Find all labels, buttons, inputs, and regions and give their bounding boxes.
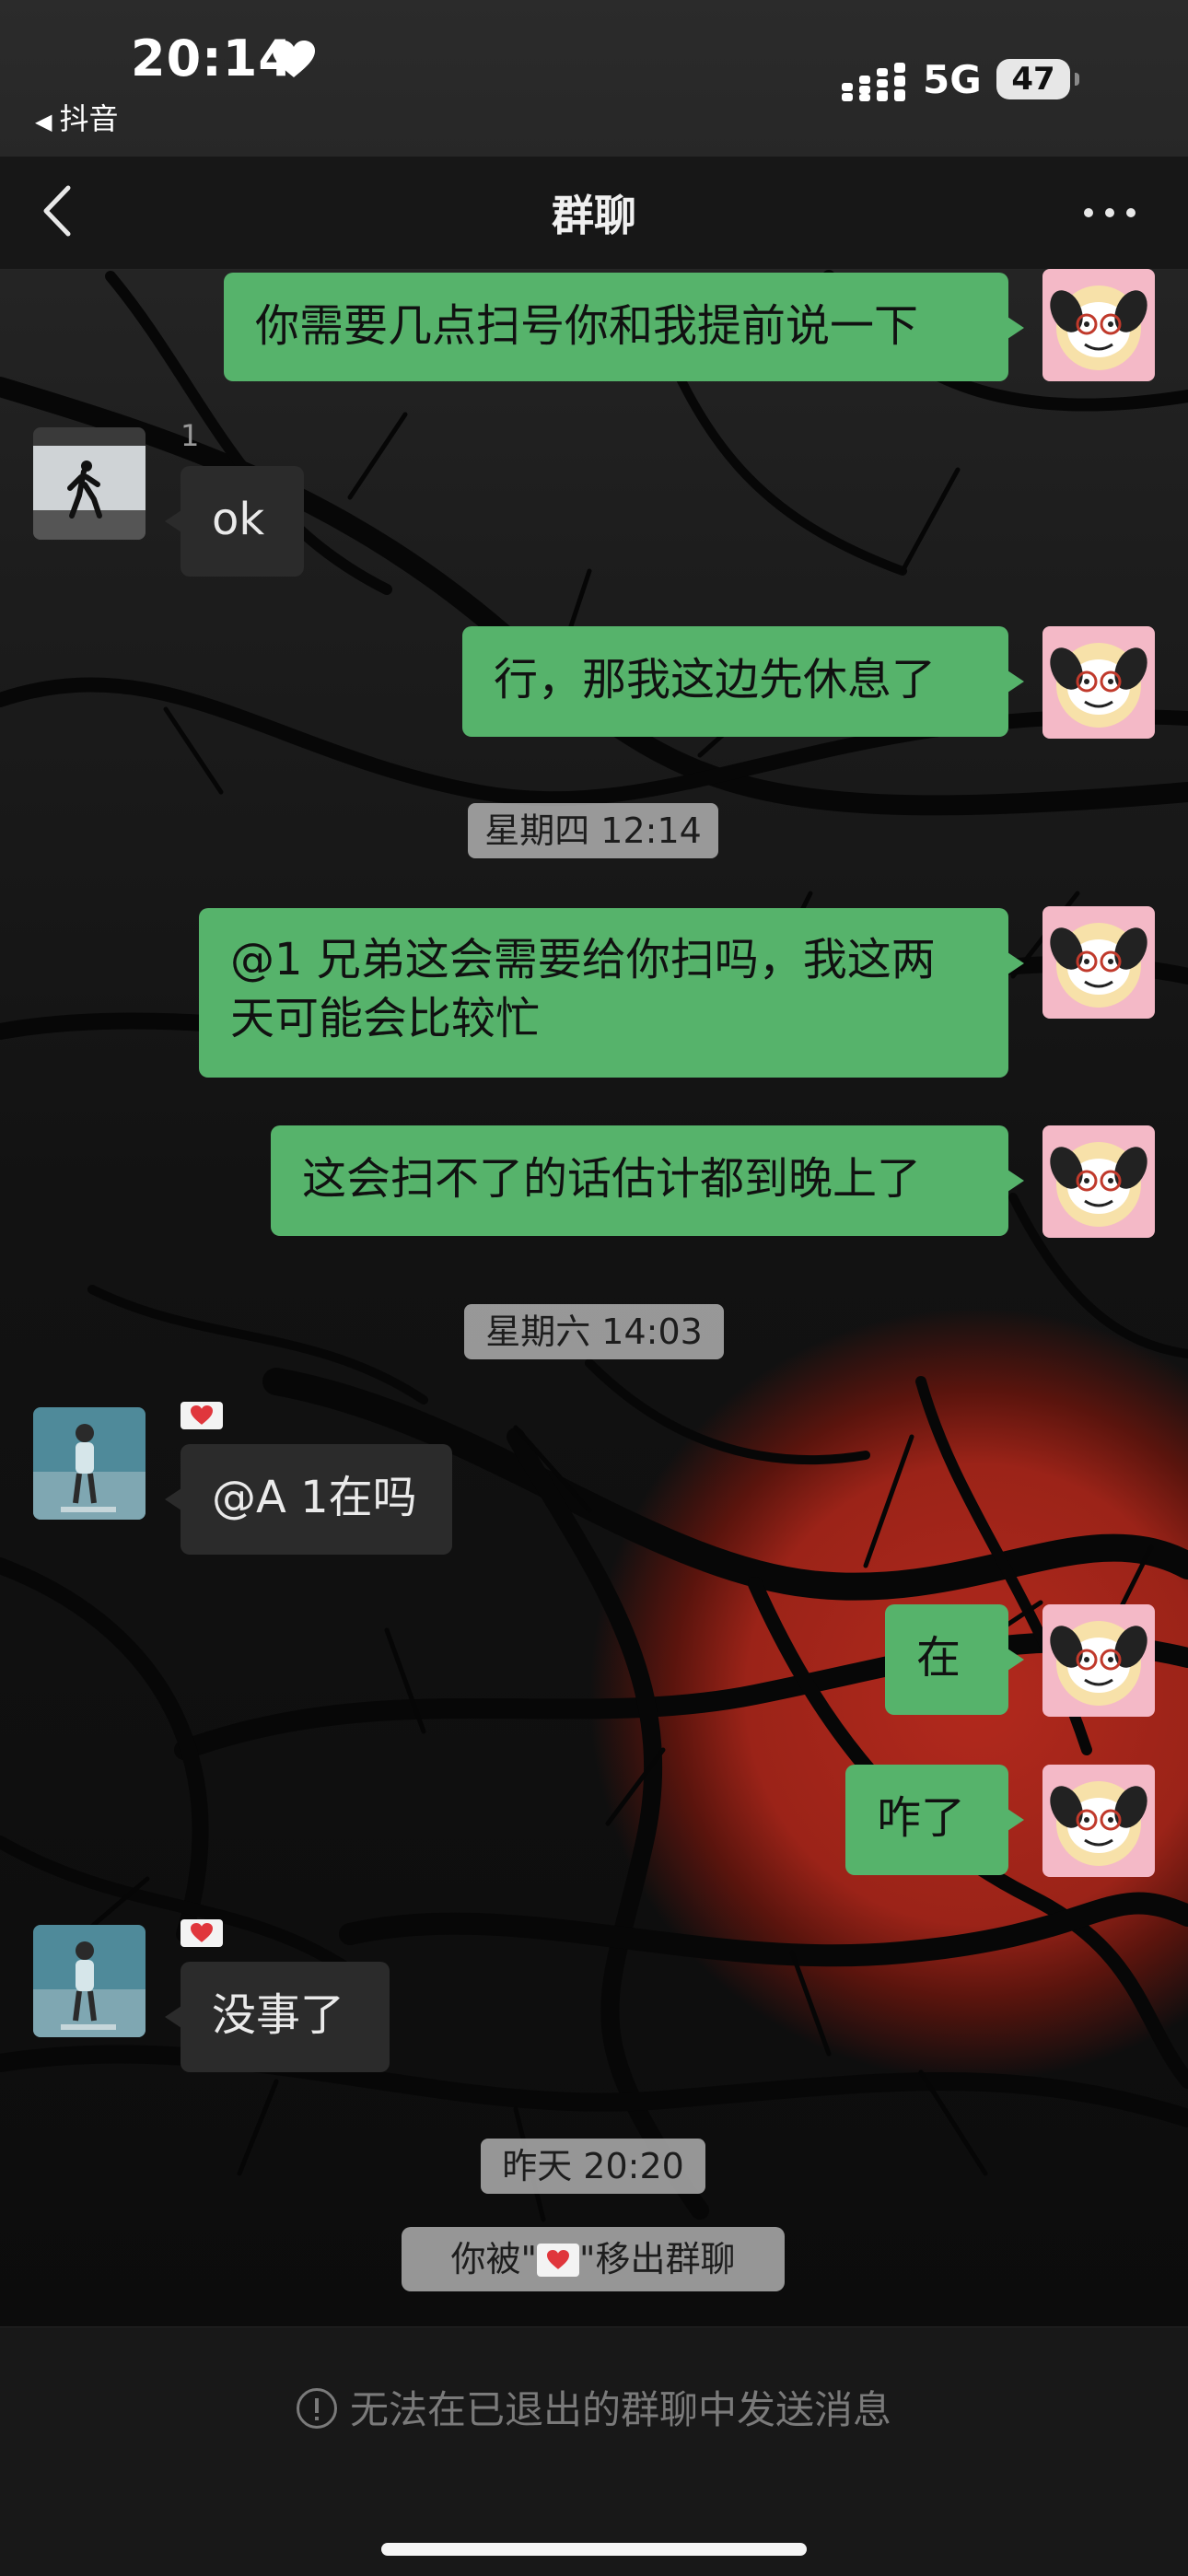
message-bubble-outgoing[interactable]: 行，那我这边先休息了 bbox=[462, 626, 1024, 737]
message-bubble-outgoing[interactable]: 这会扫不了的话估计都到晚上了 bbox=[271, 1125, 1024, 1236]
network-type: 5G bbox=[923, 57, 982, 102]
message-text: 在 bbox=[916, 1632, 961, 1684]
contact-avatar[interactable] bbox=[33, 427, 146, 540]
contact-avatar[interactable] bbox=[33, 1925, 146, 2037]
battery-level: 47 bbox=[1011, 61, 1055, 98]
back-to-app-label: 抖音 bbox=[59, 101, 119, 136]
chat-title: 群聊 bbox=[552, 191, 636, 240]
status-bar: 20:14 ◀ 抖音 5G 47 bbox=[0, 0, 1188, 157]
message-text: 你需要几点扫号你和我提前说一下 bbox=[255, 300, 919, 352]
self-avatar[interactable] bbox=[1042, 1765, 1155, 1877]
message-text: 没事了 bbox=[212, 1989, 345, 2041]
sender-heart-badge bbox=[181, 1919, 223, 1947]
home-indicator[interactable] bbox=[381, 2543, 807, 2556]
more-options-icon[interactable] bbox=[1077, 199, 1142, 227]
contact-avatar[interactable] bbox=[33, 1407, 146, 1520]
back-to-app-link[interactable]: ◀ 抖音 bbox=[35, 96, 118, 138]
message-bubble-outgoing[interactable]: @1 兄弟这会需要给你扫吗，我这两 天可能会比较忙 bbox=[199, 908, 1024, 1078]
system-notice: 你被" "移出群聊 bbox=[402, 2227, 785, 2291]
dog-avatar-icon bbox=[1042, 906, 1155, 1019]
dog-avatar-icon bbox=[1042, 1604, 1155, 1717]
message-text: ok bbox=[212, 494, 265, 545]
self-avatar[interactable] bbox=[1042, 626, 1155, 739]
self-avatar[interactable] bbox=[1042, 906, 1155, 1019]
sender-heart-badge bbox=[181, 1402, 223, 1429]
nav-bar: 群聊 bbox=[0, 157, 1188, 270]
red-heart-icon bbox=[191, 1923, 213, 1942]
info-circle-icon bbox=[296, 2388, 337, 2429]
system-notice-suffix: "移出群聊 bbox=[579, 2239, 736, 2279]
back-triangle-icon: ◀ bbox=[35, 109, 52, 134]
message-text: @A 1在吗 bbox=[212, 1472, 417, 1523]
battery-icon: 47 bbox=[996, 59, 1079, 99]
self-avatar[interactable] bbox=[1042, 269, 1155, 381]
message-bubble-incoming[interactable]: 没事了 bbox=[165, 1962, 390, 2072]
message-bubble-outgoing[interactable]: 在 bbox=[885, 1604, 1024, 1715]
message-bubble-incoming[interactable]: @A 1在吗 bbox=[165, 1444, 452, 1555]
heart-badge-inline bbox=[537, 2244, 579, 2277]
disabled-input-notice: 无法在已退出的群聊中发送消息 bbox=[0, 2379, 1188, 2435]
red-heart-icon bbox=[547, 2250, 569, 2269]
status-time: 20:14 bbox=[131, 29, 294, 87]
disabled-input-text: 无法在已退出的群聊中发送消息 bbox=[349, 2387, 891, 2432]
dog-avatar-icon bbox=[1042, 626, 1155, 739]
message-bubble-outgoing[interactable]: 你需要几点扫号你和我提前说一下 bbox=[224, 273, 1024, 381]
self-avatar[interactable] bbox=[1042, 1125, 1155, 1238]
sender-name: 1 bbox=[181, 418, 200, 453]
walking-person-photo-icon bbox=[33, 427, 146, 540]
input-disabled-bar: 无法在已退出的群聊中发送消息 bbox=[0, 2326, 1188, 2576]
message-text-line-2: 天可能会比较忙 bbox=[230, 993, 541, 1044]
dog-avatar-icon bbox=[1042, 269, 1155, 381]
dog-avatar-icon bbox=[1042, 1125, 1155, 1238]
system-notice-prefix: 你被" bbox=[450, 2239, 537, 2279]
timestamp-divider: 星期四 12:14 bbox=[468, 803, 718, 858]
timestamp-divider: 星期六 14:03 bbox=[464, 1304, 724, 1359]
red-heart-icon bbox=[191, 1405, 213, 1425]
girl-photo-avatar-icon bbox=[33, 1925, 146, 2037]
timestamp-divider: 昨天 20:20 bbox=[481, 2139, 705, 2194]
dog-avatar-icon bbox=[1042, 1765, 1155, 1877]
message-bubble-outgoing[interactable]: 咋了 bbox=[845, 1765, 1024, 1875]
message-text: 咋了 bbox=[877, 1792, 966, 1844]
heart-icon bbox=[273, 41, 315, 77]
self-avatar[interactable] bbox=[1042, 1604, 1155, 1717]
girl-photo-avatar-icon bbox=[33, 1407, 146, 1520]
message-text: 这会扫不了的话估计都到晚上了 bbox=[302, 1153, 922, 1205]
message-text-line-1: @1 兄弟这会需要给你扫吗，我这两 bbox=[230, 934, 936, 985]
message-text: 行，那我这边先休息了 bbox=[494, 654, 937, 705]
signal-strength-icon bbox=[842, 63, 905, 101]
message-bubble-incoming[interactable]: ok bbox=[165, 466, 304, 577]
